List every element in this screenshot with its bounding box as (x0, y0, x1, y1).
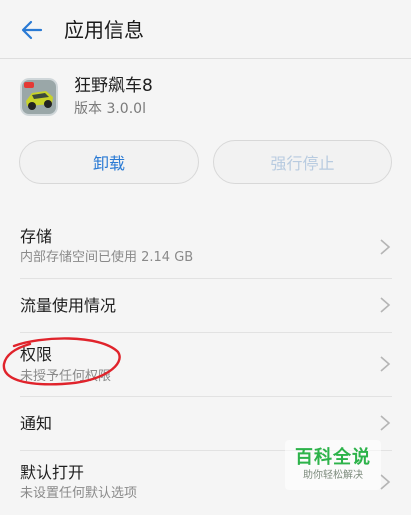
racing-car-app-icon (20, 78, 58, 116)
storage-subtitle: 内部存储空间已使用 2.14 GB (20, 250, 194, 265)
chevron-right-icon (380, 239, 391, 255)
header: 应用信息 (0, 0, 411, 60)
permissions-title: 权限 (20, 345, 53, 364)
page-title: 应用信息 (64, 18, 144, 42)
permissions-subtitle: 未授予任何权限 (20, 369, 112, 384)
watermark-sub: 助你轻松解决 (303, 470, 363, 481)
settings-item-data-usage[interactable]: 流量使用情况 (0, 279, 411, 331)
uninstall-button[interactable]: 卸载 (19, 140, 199, 184)
default-open-subtitle: 未设置任何默认选项 (20, 486, 138, 501)
chevron-right-icon (380, 415, 391, 431)
settings-item-storage[interactable]: 存储 内部存储空间已使用 2.14 GB (0, 222, 411, 278)
chevron-right-icon (380, 356, 391, 372)
app-version: 版本 3.0.0l (74, 101, 146, 117)
data-usage-title: 流量使用情况 (20, 296, 117, 315)
watermark-main: 百科全说 (295, 447, 371, 468)
storage-title: 存储 (20, 227, 53, 246)
settings-item-permissions[interactable]: 权限 未授予任何权限 (0, 333, 411, 395)
chevron-right-icon (380, 297, 391, 313)
notifications-title: 通知 (20, 414, 53, 433)
app-name: 狂野飙车8 (74, 76, 153, 96)
default-open-title: 默认打开 (20, 463, 85, 482)
force-stop-button[interactable]: 强行停止 (213, 140, 392, 184)
arrow-left-icon (21, 20, 43, 40)
watermark: 百科全说 助你轻松解决 (285, 440, 381, 490)
app-info-row: 狂野飙车8 版本 3.0.0l (0, 68, 411, 128)
back-button[interactable] (18, 16, 46, 44)
header-divider (0, 58, 411, 59)
